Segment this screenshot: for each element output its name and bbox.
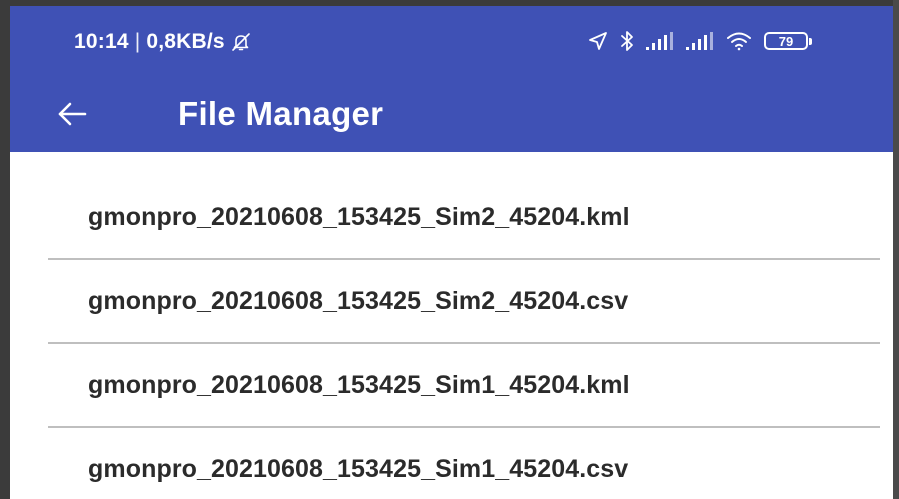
file-list-item[interactable]: gmonpro_20210608_153425_Sim1_45204.kml: [48, 344, 880, 426]
file-name: gmonpro_20210608_153425_Sim2_45204.kml: [88, 202, 630, 231]
back-button[interactable]: [54, 98, 90, 134]
file-list-item[interactable]: gmonpro_20210608_153425_Sim2_45204.csv: [48, 260, 880, 342]
status-icons: 79: [588, 26, 812, 56]
screen: 10:14 | 0,8KB/s 79 File Manager gmonpro_…: [0, 0, 899, 499]
page-title: File Manager: [178, 95, 384, 132]
bluetooth-icon: [620, 30, 634, 52]
battery-level: 79: [764, 32, 808, 50]
signal-icon: [686, 32, 714, 50]
wifi-icon: [726, 31, 752, 51]
network-speed: 0,8KB/s: [146, 30, 225, 53]
battery-tip: [809, 37, 812, 45]
status-bar: 10:14 | 0,8KB/s 79: [10, 6, 893, 78]
file-name: gmonpro_20210608_153425_Sim1_45204.kml: [88, 370, 630, 399]
file-name: gmonpro_20210608_153425_Sim1_45204.csv: [88, 454, 629, 483]
file-list: gmonpro_20210608_153425_Sim2_45204.kml g…: [10, 152, 893, 499]
file-list-item[interactable]: gmonpro_20210608_153425_Sim1_45204.csv: [48, 428, 880, 499]
location-icon: [588, 31, 608, 51]
screen-edge-left: [0, 0, 10, 499]
file-name: gmonpro_20210608_153425_Sim2_45204.csv: [88, 286, 629, 315]
arrow-left-icon: [57, 101, 87, 132]
status-left: 10:14 | 0,8KB/s: [74, 30, 251, 54]
app-bar: 10:14 | 0,8KB/s 79 File Manager: [10, 6, 893, 152]
toolbar: File Manager: [10, 78, 893, 152]
signal-icon: [646, 32, 674, 50]
mute-icon: [231, 32, 251, 52]
screen-edge-right: [893, 0, 899, 499]
status-time: 10:14: [74, 30, 129, 53]
status-separator: |: [134, 30, 141, 53]
battery-icon: 79: [764, 32, 812, 50]
file-list-item[interactable]: gmonpro_20210608_153425_Sim2_45204.kml: [48, 176, 880, 258]
